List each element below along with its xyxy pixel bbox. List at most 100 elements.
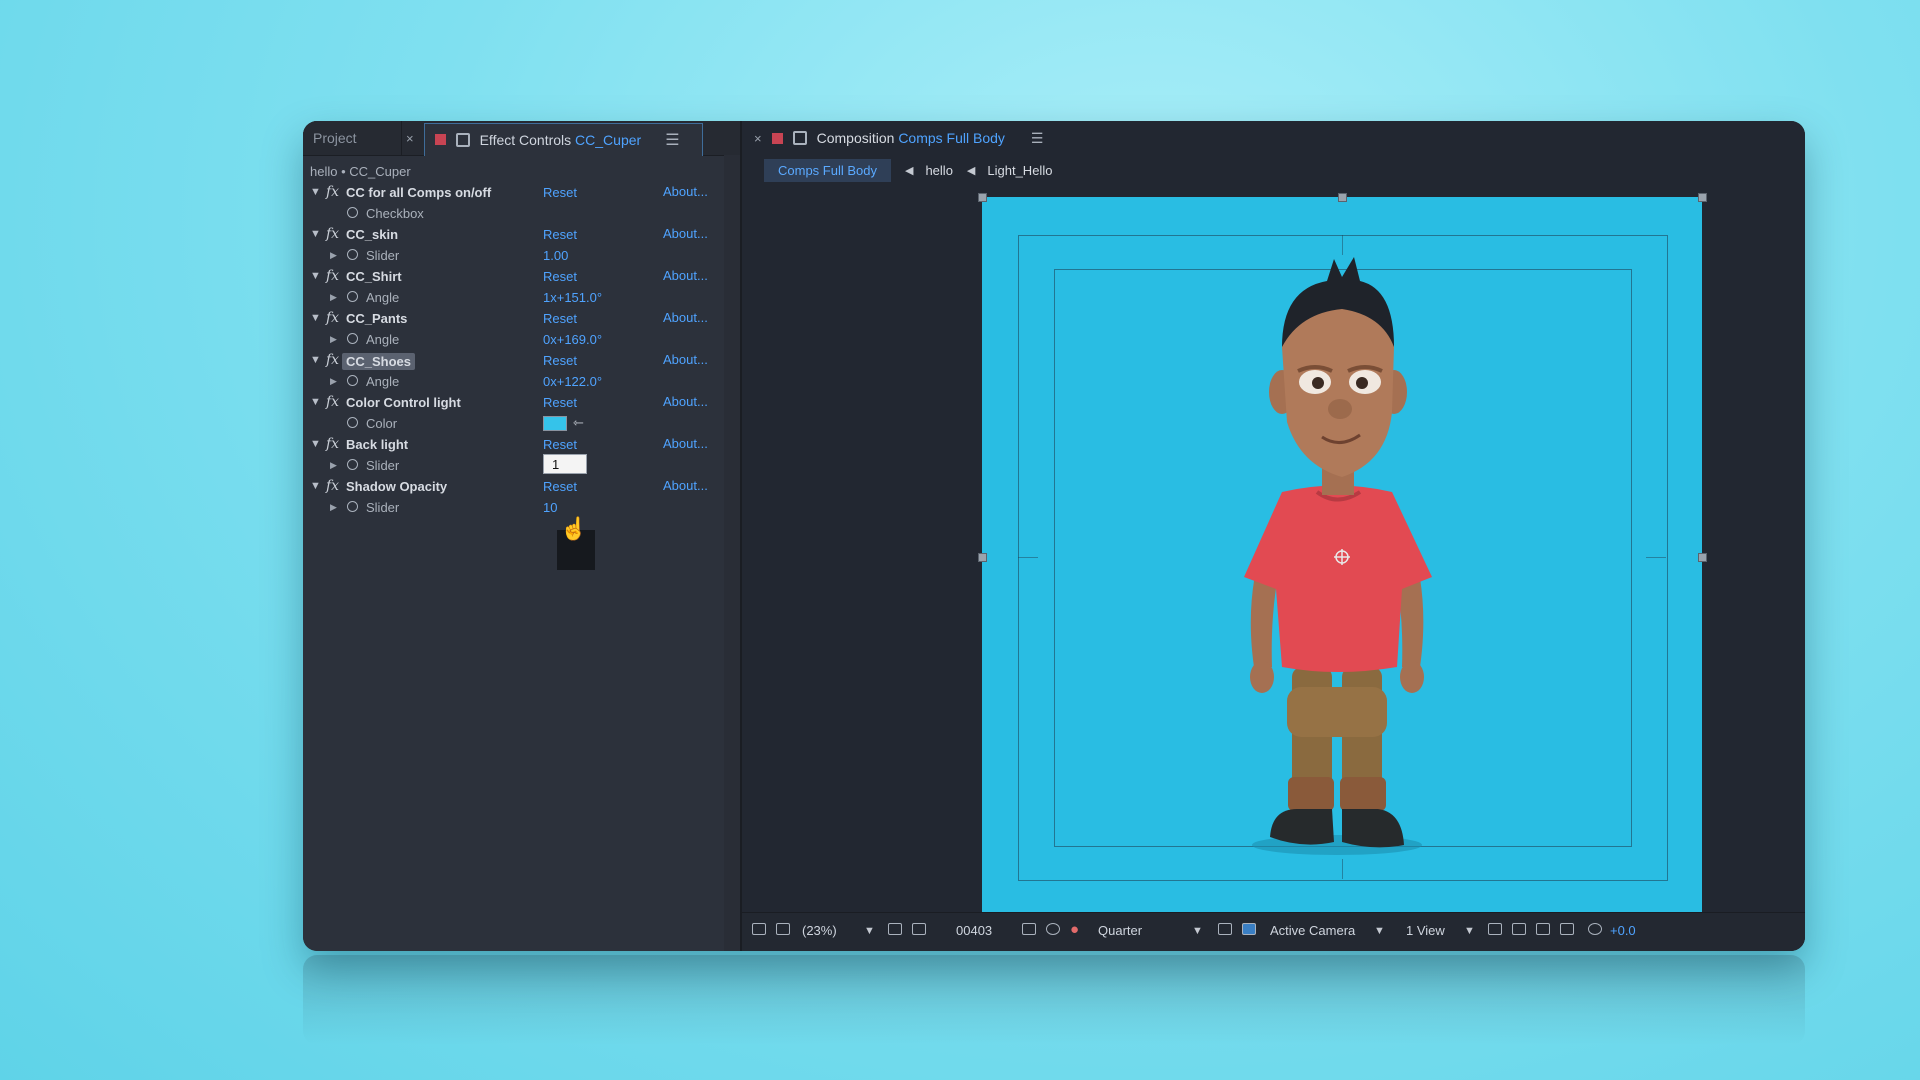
twirl-down-icon[interactable]: ▼ [310, 480, 321, 492]
effect-row[interactable]: ▼ fx Color Control light Reset About... [303, 393, 740, 414]
fast-previews-icon[interactable] [1512, 923, 1526, 935]
about-link[interactable]: About... [663, 226, 708, 241]
exposure-value[interactable]: +0.0 [1610, 923, 1636, 938]
tab-effect-controls[interactable]: Effect Controls CC_Cuper ☰ [423, 122, 703, 156]
effect-row[interactable]: ▼ fx CC for all Comps on/off Reset About… [303, 183, 740, 204]
param-value[interactable]: 1x+151.0° [543, 290, 602, 305]
about-link[interactable]: About... [663, 184, 708, 199]
expand-arrow-icon[interactable]: ▶ [330, 292, 337, 303]
color-swatch[interactable] [543, 416, 567, 431]
effect-row[interactable]: ▼ fx CC_Pants Reset About... [303, 309, 740, 330]
lock-icon[interactable] [792, 131, 807, 145]
expand-arrow-icon[interactable]: ▶ [330, 502, 337, 513]
about-link[interactable]: About... [663, 394, 708, 409]
about-link[interactable]: About... [663, 268, 708, 283]
reset-link[interactable]: Reset [543, 437, 577, 452]
panel-menu-icon[interactable]: ☰ [665, 130, 679, 150]
current-time[interactable]: 00403 [956, 923, 992, 938]
composition-tab-label[interactable]: Composition [817, 130, 895, 146]
about-link[interactable]: About... [663, 478, 708, 493]
fx-icon[interactable]: fx [326, 394, 339, 410]
expand-arrow-icon[interactable]: ▶ [330, 460, 337, 471]
flowchart-icon[interactable] [1560, 923, 1574, 935]
expand-arrow-icon[interactable]: ▶ [330, 376, 337, 387]
stopwatch-icon[interactable] [347, 207, 358, 218]
zoom-dropdown-icon[interactable]: ▼ [864, 925, 875, 937]
fx-icon[interactable]: fx [326, 436, 339, 452]
snapshot-icon[interactable] [1022, 923, 1036, 935]
camera-select[interactable]: Active Camera [1270, 923, 1355, 938]
reset-link[interactable]: Reset [543, 395, 577, 410]
param-value[interactable]: 1.00 [543, 248, 568, 263]
zoom-select[interactable]: (23%) [802, 923, 837, 938]
lock-icon[interactable] [455, 132, 470, 147]
expand-arrow-icon[interactable]: ▶ [330, 250, 337, 261]
resolution-dropdown-icon[interactable]: ▼ [1192, 925, 1203, 937]
composition-viewer[interactable] [978, 193, 1707, 922]
reset-link[interactable]: Reset [543, 353, 577, 368]
close-icon[interactable]: × [754, 131, 762, 146]
stopwatch-icon[interactable] [347, 417, 358, 428]
effect-row[interactable]: ▼ fx CC_Shirt Reset About... [303, 267, 740, 288]
reset-link[interactable]: Reset [543, 311, 577, 326]
grid-icon[interactable] [912, 923, 926, 935]
fx-icon[interactable]: fx [326, 268, 339, 284]
composition-tab-comp[interactable]: Comps Full Body [898, 130, 1005, 146]
breadcrumb-item[interactable]: Comps Full Body [764, 158, 891, 182]
fit-icon[interactable] [888, 923, 902, 935]
close-icon[interactable]: × [406, 131, 414, 146]
breadcrumb-item[interactable]: hello [925, 163, 952, 178]
panel-menu-icon[interactable]: ☰ [1031, 130, 1044, 147]
tab-project[interactable]: Project [303, 121, 402, 155]
stopwatch-icon[interactable] [347, 333, 358, 344]
fx-icon[interactable]: fx [326, 478, 339, 494]
exposure-reset-icon[interactable] [1588, 923, 1602, 935]
twirl-down-icon[interactable]: ▼ [310, 270, 321, 282]
timeline-icon[interactable] [1536, 923, 1550, 935]
fx-icon[interactable]: fx [326, 226, 339, 242]
camera-dropdown-icon[interactable]: ▼ [1374, 925, 1385, 937]
about-link[interactable]: About... [663, 310, 708, 325]
about-link[interactable]: About... [663, 436, 708, 451]
region-of-interest-icon[interactable] [1218, 923, 1232, 935]
fx-icon[interactable]: fx [326, 352, 339, 368]
color-channels-icon[interactable]: ● [1070, 921, 1079, 938]
param-value[interactable]: 10 [543, 500, 557, 515]
reset-link[interactable]: Reset [543, 479, 577, 494]
twirl-down-icon[interactable]: ▼ [310, 312, 321, 324]
stopwatch-icon[interactable] [347, 249, 358, 260]
twirl-down-icon[interactable]: ▼ [310, 186, 321, 198]
fx-icon[interactable]: fx [326, 310, 339, 326]
eyedropper-icon[interactable]: ⇽ [573, 415, 584, 431]
stopwatch-icon[interactable] [347, 375, 358, 386]
twirl-down-icon[interactable]: ▼ [310, 396, 321, 408]
always-preview-icon[interactable] [752, 923, 766, 935]
effect-row[interactable]: ▼ fx Shadow Opacity Reset About... [303, 477, 740, 498]
effect-row[interactable]: ▼ fx Back light Reset About... [303, 435, 740, 456]
stopwatch-icon[interactable] [347, 459, 358, 470]
value-edit-field[interactable]: 1 [543, 454, 587, 474]
vertical-scrollbar[interactable] [724, 155, 740, 951]
view-layout-dropdown-icon[interactable]: ▼ [1464, 925, 1475, 937]
effect-row[interactable]: ▼ fx CC_skin Reset About... [303, 225, 740, 246]
transparency-grid-icon[interactable] [1242, 923, 1256, 935]
expand-arrow-icon[interactable]: ▶ [330, 334, 337, 345]
show-snapshot-icon[interactable] [1046, 923, 1060, 935]
twirl-down-icon[interactable]: ▼ [310, 438, 321, 450]
param-value[interactable]: 0x+169.0° [543, 332, 602, 347]
resolution-select[interactable]: Quarter [1098, 923, 1142, 938]
about-link[interactable]: About... [663, 352, 708, 367]
twirl-down-icon[interactable]: ▼ [310, 354, 321, 366]
view-layout-select[interactable]: 1 View [1406, 923, 1445, 938]
breadcrumb-item[interactable]: Light_Hello [987, 163, 1052, 178]
reset-link[interactable]: Reset [543, 269, 577, 284]
reset-link[interactable]: Reset [543, 185, 577, 200]
monitor-icon[interactable] [776, 923, 790, 935]
fx-icon[interactable]: fx [326, 184, 339, 200]
param-value[interactable]: 0x+122.0° [543, 374, 602, 389]
stopwatch-icon[interactable] [347, 501, 358, 512]
effect-row-selected[interactable]: ▼ fx CC_Shoes Reset About... [303, 351, 740, 372]
twirl-down-icon[interactable]: ▼ [310, 228, 321, 240]
reset-link[interactable]: Reset [543, 227, 577, 242]
stopwatch-icon[interactable] [347, 291, 358, 302]
